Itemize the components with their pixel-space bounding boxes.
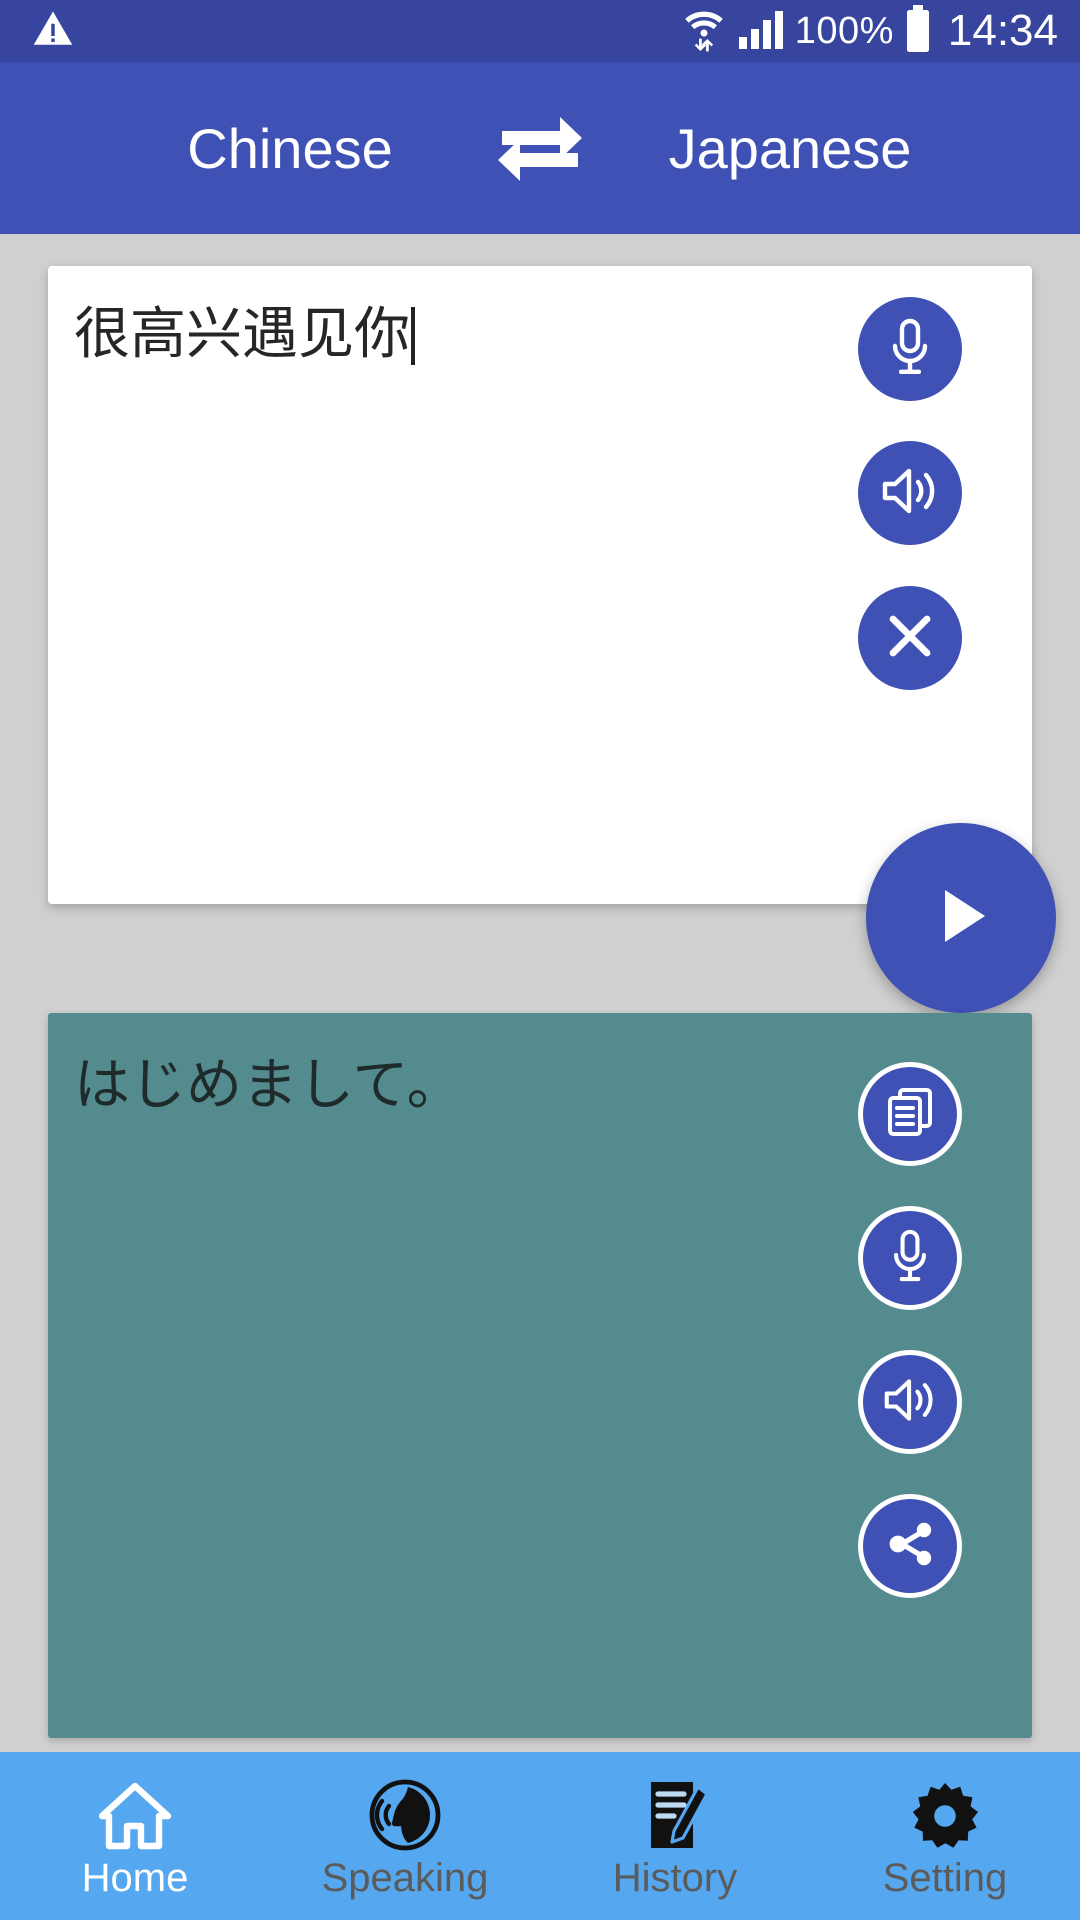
cellular-signal-icon [737, 7, 785, 56]
nav-label-history: History [612, 1856, 738, 1900]
microphone-icon [884, 1228, 936, 1289]
nav-item-setting[interactable]: Setting [810, 1752, 1080, 1920]
source-mic-button[interactable] [858, 297, 962, 401]
swap-languages-button[interactable] [480, 109, 600, 188]
nav-label-setting: Setting [882, 1856, 1008, 1900]
clear-text-button[interactable] [858, 586, 962, 690]
status-bar: 100% 14:34 [0, 0, 1080, 62]
text-caret [411, 307, 415, 365]
speaker-icon [881, 1374, 939, 1431]
nav-label-home: Home [81, 1856, 189, 1900]
source-text-input[interactable]: 很高兴遇见你 [74, 298, 874, 371]
speaking-head-icon [368, 1774, 442, 1852]
status-clock: 14:34 [947, 6, 1058, 55]
output-speak-button[interactable] [858, 1350, 962, 1454]
nav-label-speaking: Speaking [321, 1856, 489, 1900]
battery-full-icon [904, 4, 932, 58]
share-nodes-icon [882, 1516, 938, 1577]
warning-triangle-icon [30, 8, 76, 55]
wifi-icon [681, 5, 727, 58]
nav-item-speaking[interactable]: Speaking [270, 1752, 540, 1920]
microphone-icon [882, 317, 938, 382]
nav-item-history[interactable]: History [540, 1752, 810, 1920]
source-speak-button[interactable] [858, 441, 962, 545]
note-pencil-icon [639, 1774, 711, 1852]
battery-percent-label: 100% [794, 9, 894, 52]
target-language-button[interactable]: Japanese [600, 116, 980, 181]
translation-output-text: はじめまして。 [74, 1053, 463, 1116]
nav-item-home[interactable]: Home [0, 1752, 270, 1920]
share-translation-button[interactable] [858, 1494, 962, 1598]
home-icon [96, 1774, 174, 1852]
source-text-value: 很高兴遇见你 [74, 302, 410, 365]
translate-button[interactable] [866, 823, 1056, 1013]
copy-documents-icon [882, 1084, 938, 1145]
play-triangle-icon [921, 876, 1001, 961]
language-header: Chinese Japanese [0, 62, 1080, 234]
swap-arrows-icon [494, 109, 586, 188]
source-language-button[interactable]: Chinese [100, 116, 480, 181]
status-bar-right: 100% 14:34 [681, 4, 1058, 58]
close-x-icon [883, 609, 937, 668]
copy-translation-button[interactable] [858, 1062, 962, 1166]
speaker-icon [879, 463, 941, 524]
status-bar-left [30, 8, 76, 55]
bottom-navigation: Home Speaking History Setting [0, 1752, 1080, 1920]
gear-icon [909, 1774, 981, 1852]
output-mic-button[interactable] [858, 1206, 962, 1310]
